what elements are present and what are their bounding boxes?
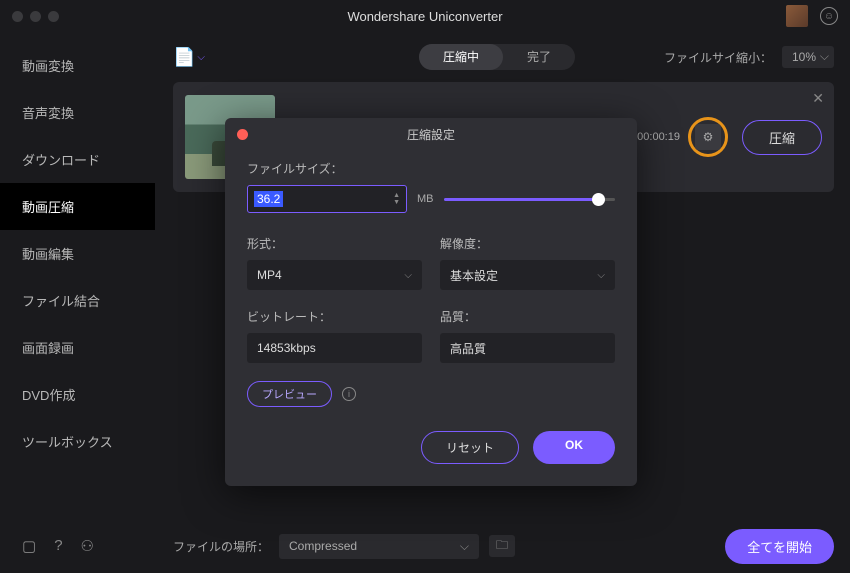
help-icon[interactable]: ? xyxy=(54,537,62,555)
tab-done[interactable]: 完了 xyxy=(503,44,575,70)
shrink-select[interactable]: 10% xyxy=(782,46,834,68)
settings-highlight: ⚙ xyxy=(688,117,728,157)
location-select[interactable]: Compressed⌵ xyxy=(279,534,479,559)
nav-download[interactable]: ダウンロード xyxy=(0,136,155,183)
window-controls[interactable] xyxy=(12,11,59,22)
user-icon[interactable]: ⚇ xyxy=(81,537,94,555)
compress-button[interactable]: 圧縮 xyxy=(742,120,822,155)
compress-settings-dialog: 圧縮設定 ファイルサイズ： 36.2 ▲▼ MB 形式： MP4⌵ 解像度： 基… xyxy=(225,118,637,486)
resolution-label: 解像度： xyxy=(440,235,615,252)
add-file-button[interactable]: 📄⌵ xyxy=(173,47,205,68)
avatar[interactable] xyxy=(786,5,808,27)
shrink-label: ファイルサイ縮小： xyxy=(664,49,772,66)
titlebar: Wondershare Uniconverter ☺ xyxy=(0,0,850,32)
dialog-close-icon[interactable] xyxy=(237,129,248,140)
filesize-label: ファイルサイズ： xyxy=(247,160,615,177)
reset-button[interactable]: リセット xyxy=(421,431,519,464)
format-select[interactable]: MP4⌵ xyxy=(247,260,422,290)
info-icon[interactable]: i xyxy=(342,387,356,401)
preview-button[interactable]: プレビュー xyxy=(247,381,332,407)
start-all-button[interactable]: 全てを開始 xyxy=(725,529,834,564)
topbar: 📄⌵ 圧縮中 完了 ファイルサイ縮小： 10% xyxy=(173,32,834,82)
size-unit: MB xyxy=(417,193,434,205)
bitrate-value: 14853kbps xyxy=(247,333,422,363)
nav-file-merge[interactable]: ファイル結合 xyxy=(0,277,155,324)
nav-dvd[interactable]: DVD作成 xyxy=(0,371,155,418)
ok-button[interactable]: OK xyxy=(533,431,615,464)
feedback-icon[interactable]: ☺ xyxy=(820,7,838,25)
format-label: 形式： xyxy=(247,235,422,252)
nav-screen-record[interactable]: 画面録画 xyxy=(0,324,155,371)
nav-video-convert[interactable]: 動画変換 xyxy=(0,42,155,89)
close-icon[interactable]: ✕ xyxy=(812,90,824,107)
nav-video-compress[interactable]: 動画圧縮 xyxy=(0,183,155,230)
quality-label: 品質： xyxy=(440,308,615,325)
app-title: Wondershare Uniconverter xyxy=(347,9,502,24)
filesize-slider[interactable] xyxy=(444,198,616,201)
resolution-select[interactable]: 基本設定⌵ xyxy=(440,260,615,290)
video-duration: 00:00:19 xyxy=(637,131,680,143)
location-label: ファイルの場所： xyxy=(173,538,269,555)
gear-icon[interactable]: ⚙ xyxy=(695,124,721,150)
nav-audio-convert[interactable]: 音声変換 xyxy=(0,89,155,136)
tab-compressing[interactable]: 圧縮中 xyxy=(419,44,503,70)
quality-value: 高品質 xyxy=(440,333,615,363)
nav-toolbox[interactable]: ツールボックス xyxy=(0,418,155,465)
dialog-title: 圧縮設定 xyxy=(407,126,455,143)
status-segment: 圧縮中 完了 xyxy=(419,44,575,70)
nav-video-edit[interactable]: 動画編集 xyxy=(0,230,155,277)
book-icon[interactable]: ▢ xyxy=(22,537,36,555)
bottombar: ファイルの場所： Compressed⌵ 🗀 全てを開始 xyxy=(173,519,834,573)
sidebar: 動画変換 音声変換 ダウンロード 動画圧縮 動画編集 ファイル結合 画面録画 D… xyxy=(0,32,155,573)
stepper-icon[interactable]: ▲▼ xyxy=(393,192,400,206)
bitrate-label: ビットレート： xyxy=(247,308,422,325)
open-folder-button[interactable]: 🗀 xyxy=(489,535,515,557)
filesize-input[interactable]: 36.2 ▲▼ xyxy=(247,185,407,213)
